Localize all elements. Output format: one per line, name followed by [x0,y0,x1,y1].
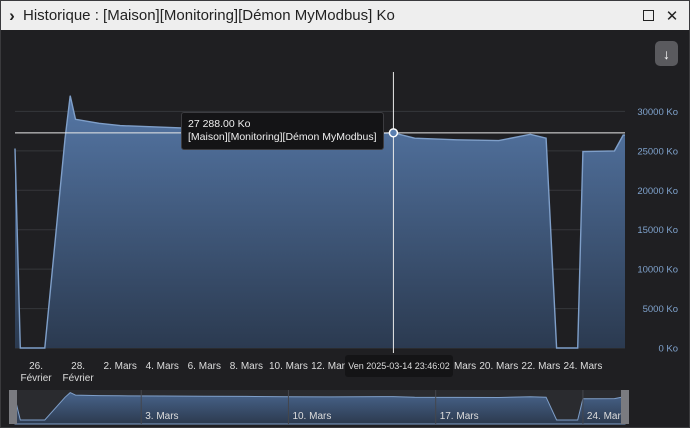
close-button[interactable]: ✕ [661,1,683,30]
x-tick-label: 4. Mars [146,361,179,372]
x-tick-label: Février [63,373,95,384]
x-tick-label: 28. [71,361,85,372]
tooltip-value: 27 288.00 Ko [188,118,251,130]
maximize-icon [642,10,654,21]
download-arrow-icon: ↓ [663,45,670,62]
data-tooltip: 27 288.00 Ko [Maison][Monitoring][Démon … [181,112,384,150]
y-tick-label: 15000 Ko [637,225,678,236]
x-tick-label: 22. Mars [521,361,560,372]
x-tick-label: Février [20,373,52,384]
x-tick-label: 26. [29,361,43,372]
close-icon: ✕ [665,7,679,25]
navigator[interactable]: 3. Mars 10. Mars 17. Mars 24. Mars [9,390,629,425]
x-axis-labels: 26.Février28.Février2. Mars 4. Mars 6. Mar… [20,361,602,384]
history-window: › Historique : [Maison][Monitoring][Démo… [0,0,690,428]
x-tick-label: 20. Mars [479,361,518,372]
y-tick-label: 30000 Ko [637,107,678,118]
x-tick-label: 2. Mars [104,361,137,372]
tooltip-series: [Maison][Monitoring][Démon MyModbus] [188,131,377,143]
download-button[interactable]: ↓ [655,41,678,66]
y-tick-label: 10000 Ko [637,265,678,276]
y-tick-label: 20000 Ko [637,186,678,197]
navigator-tick-label: 24. Mars [587,411,626,422]
crosshair-point [388,128,399,138]
window-title: Historique : [Maison][Monitoring][Démon … [23,7,395,24]
x-tick-label: 6. Mars [188,361,221,372]
x-tick-label: 8. Mars [230,361,263,372]
y-tick-label: 5000 Ko [643,304,678,315]
navigator-handle-right[interactable] [621,390,629,424]
navigator-handle-left[interactable] [9,390,17,424]
x-tick-label: 24. Mars [563,361,602,372]
crosshair-date-label: Ven 2025-03-14 23:46:02 [345,355,453,377]
navigator-tick-label: 10. Mars [292,411,331,422]
window-titlebar: › Historique : [Maison][Monitoring][Démo… [1,1,689,30]
navigator-tick-label: 17. Mars [440,411,479,422]
x-tick-label: 10. Mars [269,361,308,372]
y-tick-label: 0 Ko [658,344,678,355]
maximize-button[interactable] [637,1,659,30]
navigator-tick-label: 3. Mars [145,411,178,422]
y-axis-labels: 0 Ko 5000 Ko 10000 Ko 15000 Ko 20000 Ko 25000… [637,107,678,355]
y-tick-label: 25000 Ko [637,146,678,157]
chevron-right-icon[interactable]: › [3,1,21,30]
